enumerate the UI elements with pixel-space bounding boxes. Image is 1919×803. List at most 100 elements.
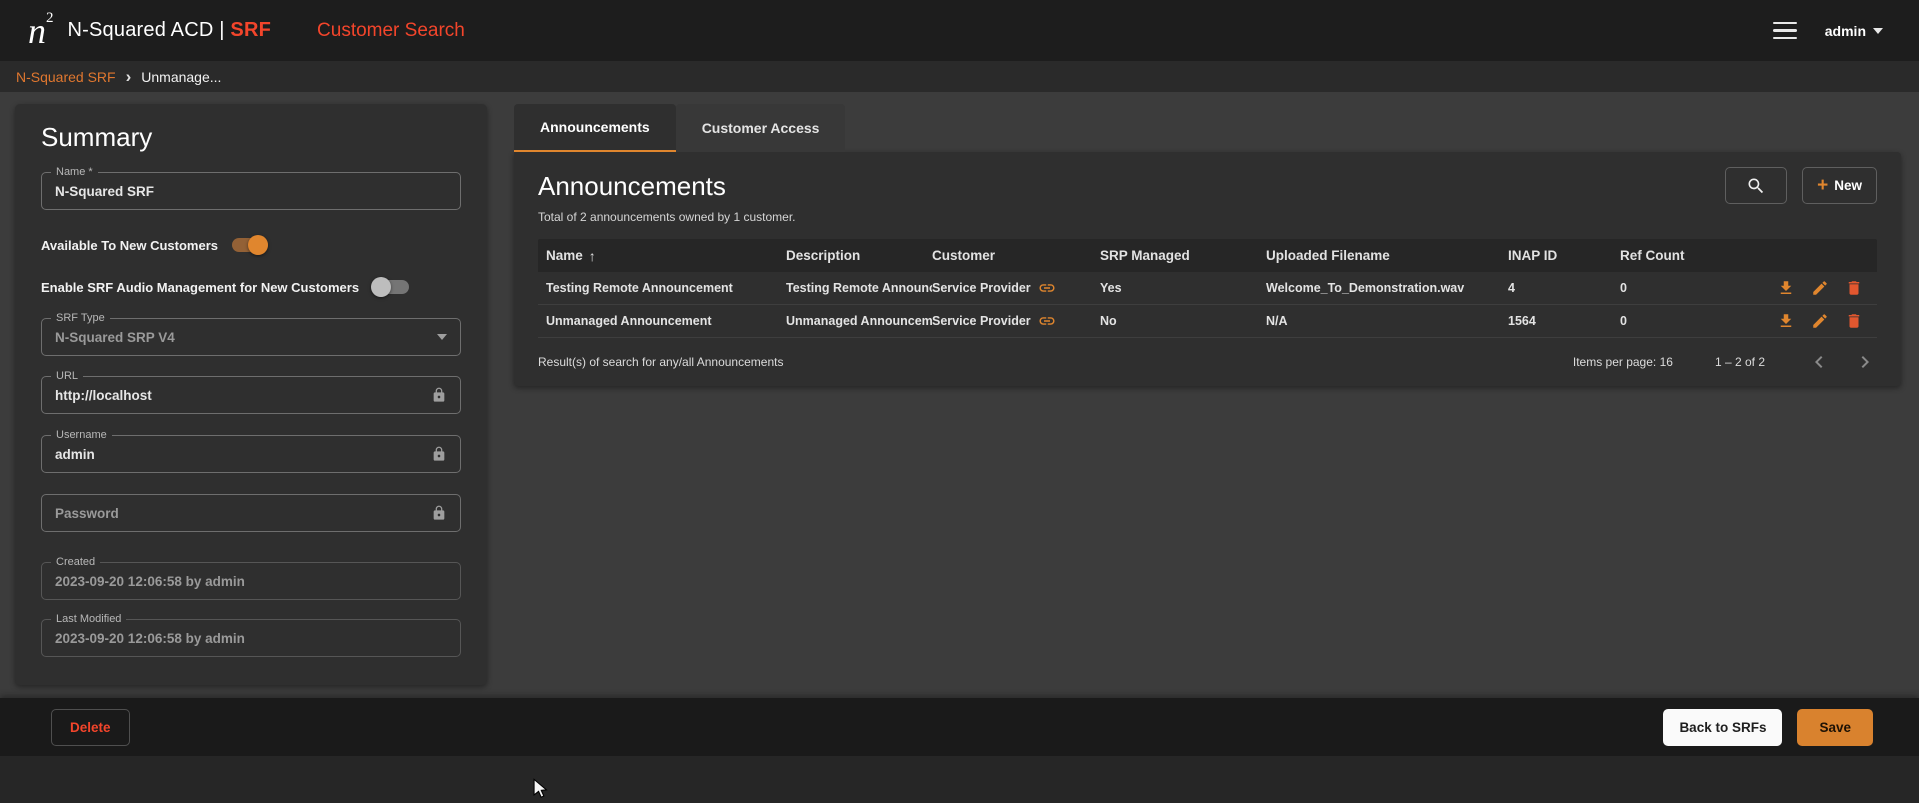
search-result-text: Result(s) of search for any/all Announce…	[538, 355, 783, 369]
announcements-title: Announcements	[538, 170, 726, 202]
user-menu-label: admin	[1825, 23, 1866, 39]
cell-srp-managed: Yes	[1100, 281, 1266, 295]
page-range-label: 1 – 2 of 2	[1715, 355, 1765, 369]
announcements-card: Announcements + New Total of 2 announcem…	[514, 152, 1901, 386]
announcements-header: Announcements + New	[538, 167, 1877, 204]
cell-ref-count: 0	[1620, 314, 1726, 328]
cell-srp-managed: No	[1100, 314, 1266, 328]
summary-card: Summary Name * Available To New Customer…	[15, 104, 487, 685]
app-title-srf: SRF	[230, 19, 271, 41]
username-input[interactable]	[55, 447, 423, 462]
back-to-srfs-button[interactable]: Back to SRFs	[1663, 709, 1782, 746]
name-input[interactable]	[55, 184, 447, 199]
chevron-down-icon	[1873, 28, 1883, 34]
row-actions	[1726, 279, 1871, 297]
name-field-label: Name *	[51, 166, 98, 179]
download-icon[interactable]	[1777, 312, 1795, 330]
last-modified-field: Last Modified 2023-09-20 12:06:58 by adm…	[41, 619, 461, 657]
table-footer: Result(s) of search for any/all Announce…	[538, 338, 1877, 385]
breadcrumb-root-link[interactable]: N-Squared SRF	[16, 69, 116, 85]
tab-customer-access[interactable]: Customer Access	[676, 104, 846, 152]
cell-description: Testing Remote Announcement	[786, 281, 932, 295]
edit-icon[interactable]	[1811, 279, 1829, 297]
column-header-ref-count[interactable]: Ref Count	[1620, 248, 1726, 263]
save-button[interactable]: Save	[1797, 709, 1873, 746]
chevron-left-icon	[1807, 350, 1831, 374]
password-input[interactable]	[55, 506, 423, 521]
items-per-page[interactable]: Items per page: 16	[1573, 355, 1673, 369]
url-field[interactable]: URL	[41, 376, 461, 414]
search-icon	[1746, 176, 1766, 196]
edit-icon[interactable]	[1811, 312, 1829, 330]
announcements-table: Name ↑ Description Customer SRP Managed …	[538, 239, 1877, 338]
next-page-button[interactable]	[1853, 350, 1877, 374]
action-bar-right: Back to SRFs Save	[1663, 709, 1873, 746]
customer-name: Service Provider	[932, 281, 1031, 295]
tab-announcements[interactable]: Announcements	[514, 104, 676, 152]
tab-customer-access-label: Customer Access	[702, 120, 820, 136]
password-field[interactable]	[41, 494, 461, 532]
column-header-inap-id[interactable]: INAP ID	[1508, 248, 1620, 263]
column-header-srp-managed[interactable]: SRP Managed	[1100, 248, 1266, 263]
hamburger-menu-icon[interactable]	[1773, 22, 1797, 40]
column-header-customer[interactable]: Customer	[932, 248, 1100, 263]
plus-icon: +	[1817, 176, 1828, 195]
cell-ref-count: 0	[1620, 281, 1726, 295]
link-icon[interactable]	[1038, 279, 1056, 297]
link-icon[interactable]	[1038, 312, 1056, 330]
breadcrumb-chevron-icon: ›	[126, 68, 132, 85]
srf-audio-management-toggle[interactable]	[371, 275, 411, 299]
delete-icon[interactable]	[1845, 312, 1863, 330]
created-value: 2023-09-20 12:06:58 by admin	[55, 574, 447, 589]
announcements-actions: + New	[1725, 167, 1877, 204]
created-field: Created 2023-09-20 12:06:58 by admin	[41, 562, 461, 600]
header-right: admin	[1773, 22, 1883, 40]
url-field-label: URL	[51, 370, 83, 383]
available-to-new-customers-toggle[interactable]	[230, 233, 270, 257]
tab-bar: Announcements Customer Access	[514, 104, 845, 152]
available-toggle-row: Available To New Customers	[41, 232, 461, 258]
sort-ascending-icon: ↑	[589, 248, 596, 264]
breadcrumb-current: Unmanage...	[141, 69, 221, 85]
summary-title: Summary	[41, 122, 461, 152]
column-header-description[interactable]: Description	[786, 248, 932, 263]
app-title: N-Squared ACD | SRF	[68, 19, 272, 42]
cell-name: Unmanaged Announcement	[546, 314, 786, 328]
username-field[interactable]: Username	[41, 435, 461, 473]
lock-icon	[431, 505, 447, 521]
items-per-page-label: Items per page:	[1573, 355, 1656, 369]
search-button[interactable]	[1725, 167, 1787, 204]
delete-button[interactable]: Delete	[51, 709, 130, 746]
previous-page-button[interactable]	[1807, 350, 1831, 374]
app-header: n2 N-Squared ACD | SRF Customer Search a…	[0, 0, 1919, 61]
breadcrumb: N-Squared SRF › Unmanage...	[0, 61, 1919, 92]
url-input[interactable]	[55, 388, 423, 403]
lock-icon	[431, 446, 447, 462]
nav-customer-search[interactable]: Customer Search	[317, 20, 465, 42]
audio-toggle-label: Enable SRF Audio Management for New Cust…	[41, 280, 359, 295]
column-name-label: Name	[546, 248, 583, 263]
bottom-action-bar: Delete Back to SRFs Save	[0, 698, 1919, 756]
table-row: Unmanaged Announcement Unmanaged Announc…	[538, 305, 1877, 338]
user-menu[interactable]: admin	[1825, 23, 1883, 39]
bottom-strip	[0, 756, 1919, 803]
delete-icon[interactable]	[1845, 279, 1863, 297]
cell-description: Unmanaged Announcement	[786, 314, 932, 328]
logo-n: n	[28, 13, 46, 49]
app-title-text: N-Squared ACD |	[68, 19, 225, 41]
items-per-page-value[interactable]: 16	[1660, 355, 1673, 369]
cell-uploaded-filename: Welcome_To_Demonstration.wav	[1266, 281, 1508, 295]
chevron-right-icon	[1853, 350, 1877, 374]
toggle-thumb	[248, 235, 268, 255]
name-field[interactable]: Name *	[41, 172, 461, 210]
table-row: Testing Remote Announcement Testing Remo…	[538, 272, 1877, 305]
paginator: Items per page: 16 1 – 2 of 2	[1573, 350, 1877, 374]
srf-type-select[interactable]: SRF Type N-Squared SRP V4	[41, 318, 461, 356]
column-header-uploaded-filename[interactable]: Uploaded Filename	[1266, 248, 1508, 263]
download-icon[interactable]	[1777, 279, 1795, 297]
last-modified-field-label: Last Modified	[51, 613, 126, 626]
column-header-name[interactable]: Name ↑	[546, 248, 786, 264]
new-announcement-button[interactable]: + New	[1802, 167, 1877, 204]
srf-type-label: SRF Type	[51, 312, 110, 325]
logo-exponent: 2	[46, 11, 54, 26]
